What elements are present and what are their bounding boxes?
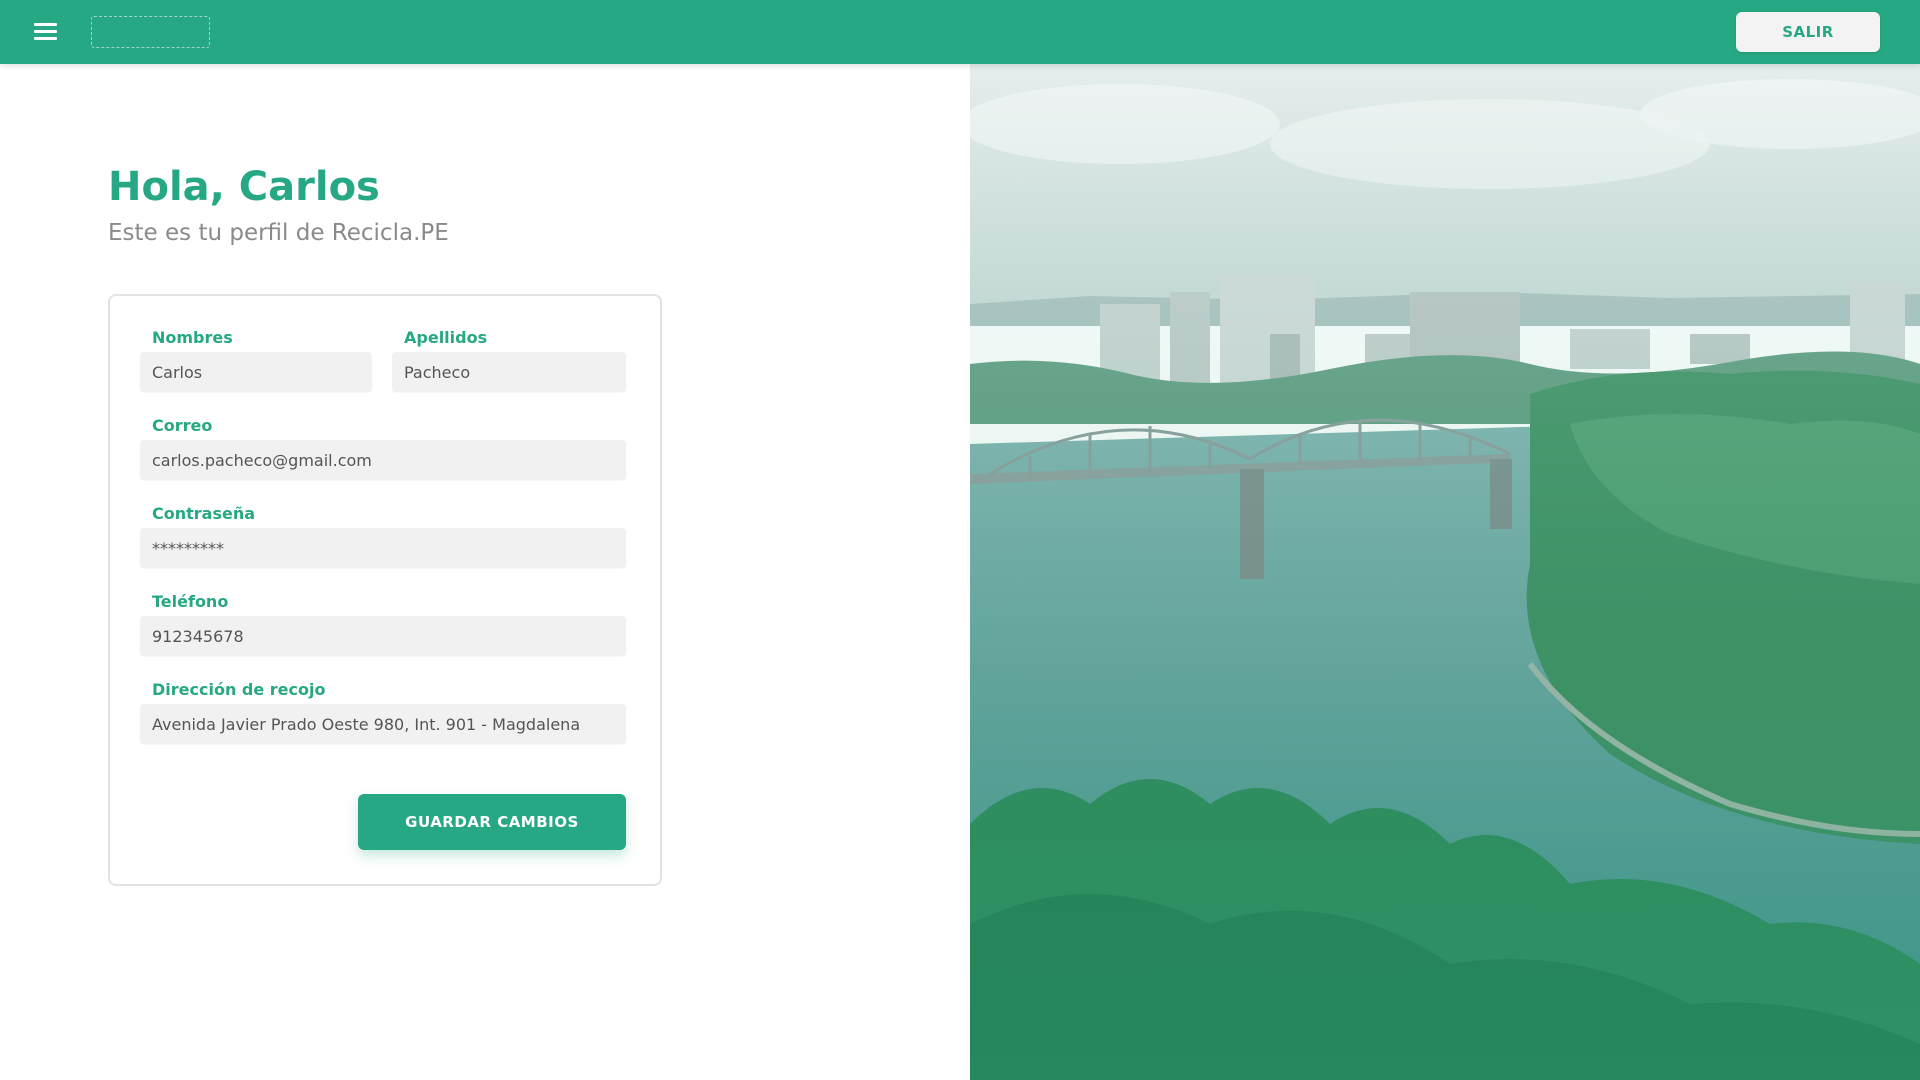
top-bar: SALIR xyxy=(0,0,1920,64)
hero-image xyxy=(970,64,1920,1080)
profile-form-card: Nombres Apellidos Correo Contraseña Telé… xyxy=(108,294,662,886)
phone-label: Teléfono xyxy=(152,592,229,611)
logo-placeholder[interactable] xyxy=(91,16,210,48)
last-name-input[interactable] xyxy=(392,352,626,392)
password-label: Contraseña xyxy=(152,504,256,523)
last-name-label: Apellidos xyxy=(404,328,488,347)
address-input[interactable] xyxy=(140,704,626,744)
phone-input[interactable] xyxy=(140,616,626,656)
first-name-label: Nombres xyxy=(152,328,233,347)
email-input[interactable] xyxy=(140,440,626,480)
email-label: Correo xyxy=(152,416,213,435)
save-changes-button[interactable]: GUARDAR CAMBIOS xyxy=(358,794,626,850)
profile-panel: Hola, Carlos Este es tu perfil de Recicl… xyxy=(0,64,970,1080)
first-name-input[interactable] xyxy=(140,352,372,392)
logout-button[interactable]: SALIR xyxy=(1736,12,1880,52)
address-label: Dirección de recojo xyxy=(152,680,326,699)
password-input[interactable] xyxy=(140,528,626,568)
page-title: Hola, Carlos xyxy=(108,164,380,210)
page-subtitle: Este es tu perfil de Recicla.PE xyxy=(108,220,449,246)
hamburger-menu-icon[interactable] xyxy=(30,20,62,44)
river-city-illustration xyxy=(970,64,1920,1080)
